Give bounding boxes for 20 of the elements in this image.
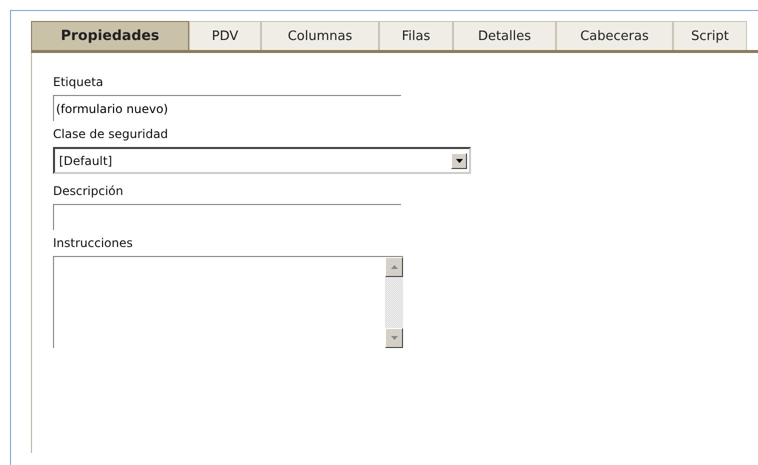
text-field[interactable]: (formulario nuevo) <box>53 95 401 121</box>
down-arrow-icon <box>390 336 398 340</box>
tab[interactable]: Propiedades <box>31 21 189 50</box>
field-label: Clase de seguridad <box>53 127 168 141</box>
tab[interactable]: PDV <box>189 21 261 50</box>
field-label: Descripción <box>53 184 124 198</box>
field-label: Instrucciones <box>53 236 133 250</box>
tab[interactable]: Columnas <box>261 21 379 50</box>
scroll-up-button[interactable] <box>385 257 403 277</box>
down-arrow-icon <box>456 158 462 162</box>
tab[interactable]: Cabeceras <box>556 21 673 50</box>
tab[interactable]: Filas <box>379 21 453 50</box>
field-label: Etiqueta <box>53 75 104 89</box>
dropdown[interactable]: [Default] <box>53 147 471 174</box>
dropdown-button[interactable] <box>451 152 467 168</box>
tab[interactable]: Detalles <box>453 21 556 50</box>
scrollbar[interactable] <box>385 257 403 348</box>
tab[interactable]: Script <box>673 21 747 50</box>
up-arrow-icon <box>390 265 398 269</box>
scroll-down-button[interactable] <box>385 328 403 348</box>
